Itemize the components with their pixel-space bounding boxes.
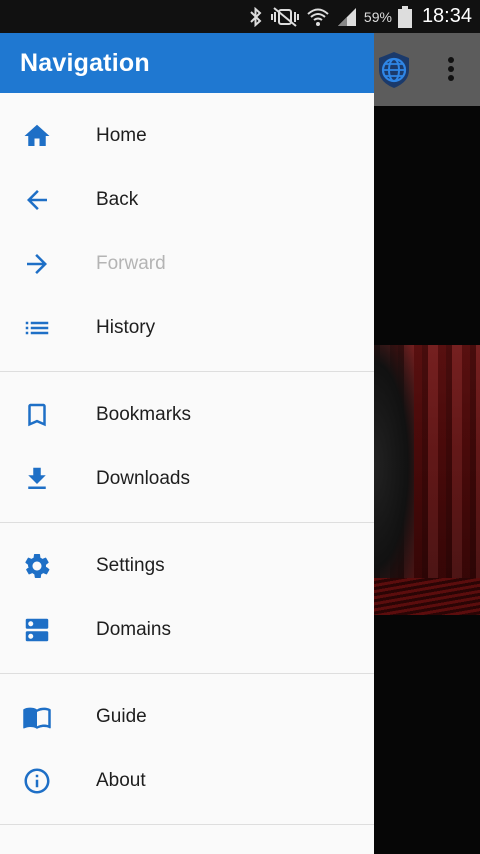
globe-shield-icon[interactable] <box>374 50 414 90</box>
page-image-floor <box>374 578 480 615</box>
nav-item-bookmarks[interactable]: Bookmarks <box>0 383 374 447</box>
nav-item-history[interactable]: History <box>0 296 374 360</box>
nav-item-label: Downloads <box>96 468 190 489</box>
nav-group-saved: Bookmarks Downloads <box>0 372 374 523</box>
vibrate-mute-icon <box>270 6 300 27</box>
download-icon <box>0 447 96 511</box>
gear-icon <box>0 534 96 598</box>
navigation-drawer: Navigation Home Back Forward History Boo… <box>0 33 374 854</box>
status-bar: 59% 18:34 <box>0 0 480 33</box>
drawer-header: Navigation <box>0 33 374 93</box>
battery-icon <box>397 5 412 28</box>
bluetooth-icon <box>248 6 264 27</box>
page-image-shadow <box>374 345 414 585</box>
bookmark-icon <box>0 383 96 447</box>
nav-group-navigation: Home Back Forward History <box>0 93 374 372</box>
nav-item-domains[interactable]: Domains <box>0 598 374 662</box>
nav-item-downloads[interactable]: Downloads <box>0 447 374 511</box>
battery-percent: 59% <box>363 8 392 25</box>
info-icon <box>0 749 96 813</box>
history-list-icon <box>0 296 96 360</box>
nav-item-label: Home <box>96 125 147 146</box>
arrow-back-icon <box>0 168 96 232</box>
nav-item-settings[interactable]: Settings <box>0 534 374 598</box>
nav-item-label: Forward <box>96 253 166 274</box>
nav-item-forward[interactable]: Forward <box>0 232 374 296</box>
nav-group-help: Guide About <box>0 674 374 825</box>
drawer-title: Navigation <box>20 48 150 77</box>
wifi-icon <box>306 7 330 27</box>
nav-item-label: Domains <box>96 619 171 640</box>
nav-item-label: Guide <box>96 706 147 727</box>
screen: 59% 18:34 Navigation Home Back Forward H… <box>0 0 480 854</box>
overflow-menu-icon[interactable] <box>444 55 458 85</box>
home-icon <box>0 104 96 168</box>
nav-item-about[interactable]: About <box>0 749 374 813</box>
arrow-forward-icon <box>0 232 96 296</box>
nav-item-label: Bookmarks <box>96 404 192 425</box>
domains-icon <box>0 598 96 662</box>
nav-item-label: Back <box>96 189 139 210</box>
nav-item-label: About <box>96 770 146 791</box>
book-icon <box>0 685 96 749</box>
nav-item-back[interactable]: Back <box>0 168 374 232</box>
nav-item-guide[interactable]: Guide <box>0 685 374 749</box>
status-icons: 59% 18:34 <box>248 0 472 33</box>
signal-icon <box>336 7 358 27</box>
nav-item-label: Settings <box>96 555 165 576</box>
nav-group-config: Settings Domains <box>0 523 374 674</box>
nav-item-label: History <box>96 317 156 338</box>
nav-item-home[interactable]: Home <box>0 104 374 168</box>
clock: 18:34 <box>421 5 472 27</box>
